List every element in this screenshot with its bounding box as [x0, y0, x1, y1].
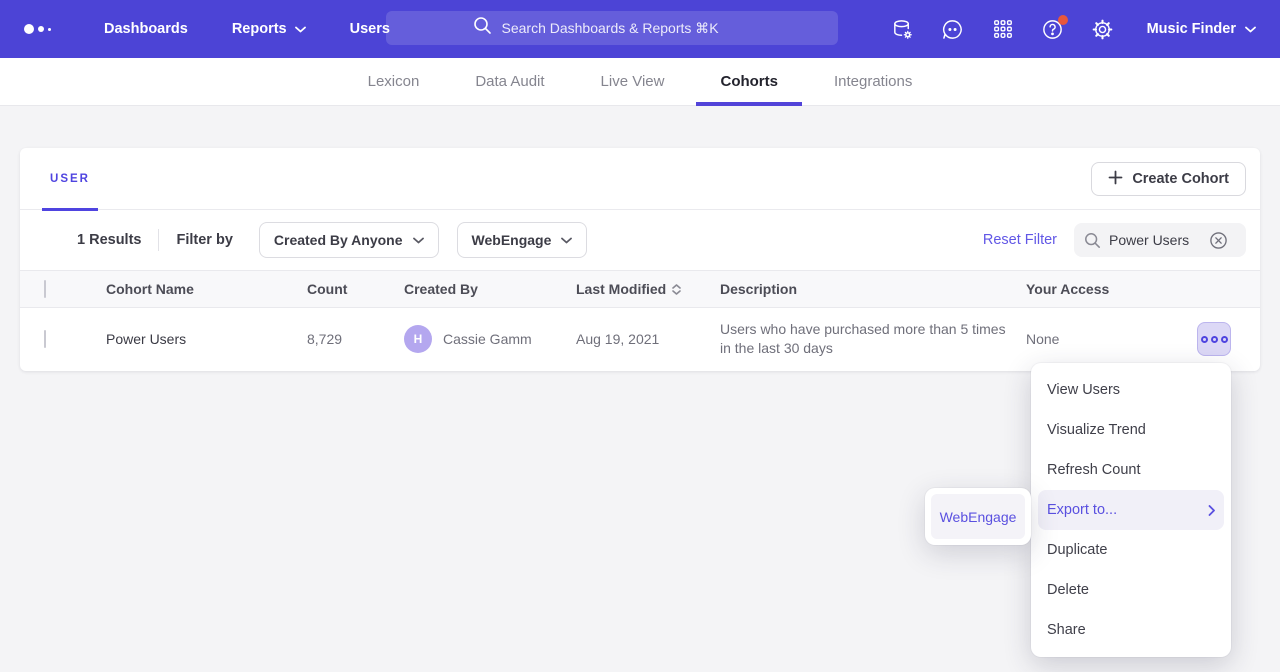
chevron-down-icon	[295, 21, 306, 37]
divider	[158, 229, 159, 251]
count-cell: 8,729	[307, 331, 404, 347]
reset-filter-link[interactable]: Reset Filter	[983, 232, 1057, 248]
row-checkbox[interactable]	[44, 330, 46, 348]
tab-cohorts[interactable]: Cohorts	[718, 58, 780, 106]
menu-item-delete[interactable]: Delete	[1031, 570, 1231, 610]
tab-user[interactable]: USER	[42, 148, 98, 210]
project-selector[interactable]: Music Finder	[1147, 21, 1256, 37]
filter-by-label: Filter by	[176, 232, 232, 248]
filter-row: 1 Results Filter by Created By Anyone We…	[20, 210, 1260, 270]
project-name: Music Finder	[1147, 21, 1236, 37]
chevron-down-icon	[1245, 21, 1256, 37]
create-cohort-label: Create Cohort	[1132, 171, 1229, 187]
row-actions-menu: View Users Visualize Trend Refresh Count…	[1031, 363, 1231, 657]
tab-data-audit[interactable]: Data Audit	[473, 58, 546, 106]
table-row[interactable]: Power Users 8,729 H Cassie Gamm Aug 19, …	[20, 308, 1260, 370]
clear-search-icon[interactable]	[1209, 231, 1228, 250]
access-cell: None	[1026, 331, 1197, 347]
data-management-icon[interactable]	[891, 17, 915, 41]
creator-name: Cassie Gamm	[443, 331, 532, 347]
row-actions-button[interactable]	[1197, 322, 1231, 356]
mixpanel-logo-icon[interactable]	[24, 24, 70, 34]
col-header-created-by: Created By	[404, 281, 576, 297]
nav-item-users[interactable]: Users	[350, 21, 390, 37]
cohort-name-cell[interactable]: Power Users	[106, 331, 307, 347]
nav-item-dashboards-label: Dashboards	[104, 21, 188, 37]
notification-badge	[1058, 15, 1068, 25]
settings-icon[interactable]	[1091, 17, 1115, 41]
col-header-last-modified[interactable]: Last Modified	[576, 281, 720, 297]
description-cell: Users who have purchased more than 5 tim…	[720, 320, 1026, 358]
menu-item-visualize-trend[interactable]: Visualize Trend	[1031, 410, 1231, 450]
menu-item-export-to[interactable]: Export to...	[1038, 490, 1224, 530]
messages-icon[interactable]	[941, 17, 965, 41]
cohort-search[interactable]	[1074, 223, 1246, 257]
apps-grid-icon[interactable]	[991, 17, 1015, 41]
submenu-item-webengage[interactable]: WebEngage	[931, 494, 1025, 539]
primary-nav: Dashboards Reports Users	[104, 21, 390, 37]
tab-integrations[interactable]: Integrations	[832, 58, 914, 106]
menu-item-export-to-label: Export to...	[1047, 502, 1117, 518]
col-header-count: Count	[307, 281, 404, 297]
created-by-cell: H Cassie Gamm	[404, 325, 576, 353]
chevron-right-icon	[1208, 505, 1215, 516]
results-count: 1 Results	[77, 232, 141, 248]
help-icon[interactable]	[1041, 17, 1065, 41]
global-search[interactable]	[386, 11, 838, 45]
navbar-actions: Music Finder	[891, 17, 1256, 41]
plus-icon	[1108, 170, 1123, 189]
integration-dropdown[interactable]: WebEngage	[457, 222, 588, 258]
create-cohort-button[interactable]: Create Cohort	[1091, 162, 1246, 196]
col-header-cohort-name: Cohort Name	[106, 281, 307, 297]
cohorts-card: USER Create Cohort 1 Results Filter by C…	[20, 148, 1260, 371]
section-tabs: Lexicon Data Audit Live View Cohorts Int…	[0, 58, 1280, 106]
chevron-down-icon	[413, 237, 424, 244]
nav-item-reports-label: Reports	[232, 21, 287, 37]
tab-lexicon[interactable]: Lexicon	[366, 58, 422, 106]
top-navbar: Dashboards Reports Users	[0, 0, 1280, 58]
sort-icon[interactable]	[672, 284, 681, 295]
nav-item-dashboards[interactable]: Dashboards	[104, 21, 188, 37]
avatar: H	[404, 325, 432, 353]
card-header: USER Create Cohort	[20, 148, 1260, 210]
nav-item-reports[interactable]: Reports	[232, 21, 306, 37]
menu-item-share[interactable]: Share	[1031, 610, 1231, 650]
created-by-dropdown-value: Created By Anyone	[274, 232, 403, 248]
menu-item-duplicate[interactable]: Duplicate	[1031, 530, 1231, 570]
integration-dropdown-value: WebEngage	[472, 232, 552, 248]
col-header-description: Description	[720, 280, 1026, 299]
nav-item-users-label: Users	[350, 21, 390, 37]
last-modified-cell: Aug 19, 2021	[576, 331, 720, 347]
export-submenu: WebEngage	[925, 488, 1031, 545]
created-by-dropdown[interactable]: Created By Anyone	[259, 222, 439, 258]
search-icon	[473, 16, 492, 40]
chevron-down-icon	[561, 237, 572, 244]
menu-item-refresh-count[interactable]: Refresh Count	[1031, 450, 1231, 490]
col-header-your-access: Your Access	[1026, 281, 1197, 297]
col-header-last-modified-label: Last Modified	[576, 281, 666, 297]
menu-item-view-users[interactable]: View Users	[1031, 370, 1231, 410]
select-all-checkbox[interactable]	[44, 280, 46, 298]
table-header: Cohort Name Count Created By Last Modifi…	[20, 270, 1260, 308]
tab-live-view[interactable]: Live View	[599, 58, 667, 106]
search-icon	[1084, 232, 1101, 249]
global-search-input[interactable]	[502, 20, 752, 36]
cohort-search-input[interactable]	[1109, 232, 1201, 248]
